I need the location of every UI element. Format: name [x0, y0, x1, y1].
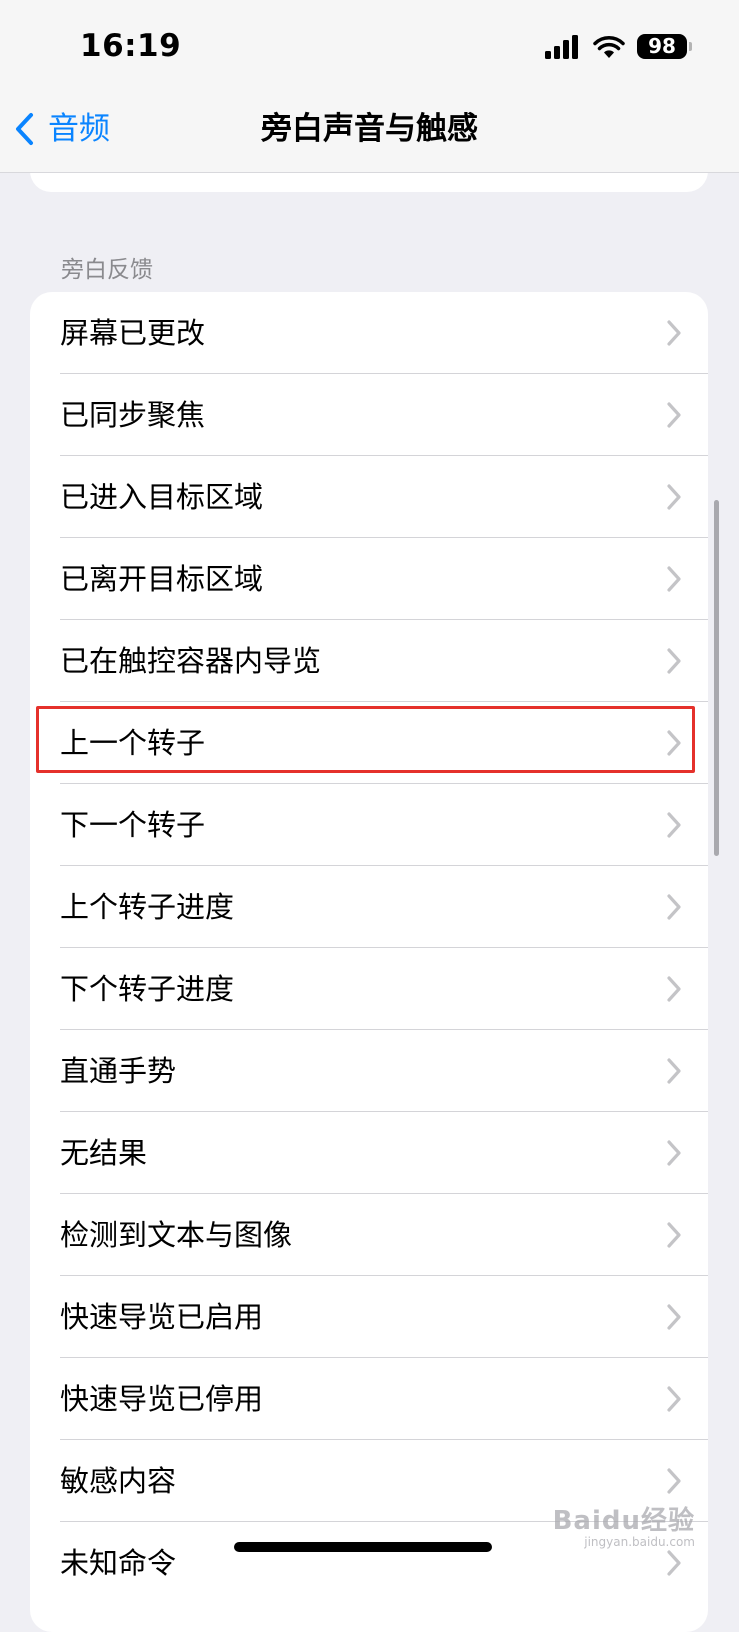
- wifi-icon: [593, 35, 625, 58]
- page-title: 旁白声音与触感: [261, 111, 478, 147]
- list-item-label: 上个转子进度: [60, 890, 235, 924]
- navigation-bar: 16:19 98 音频 旁白声音与触感: [0, 0, 739, 173]
- list-item-label: 快速导览已停用: [60, 1382, 264, 1416]
- list-item[interactable]: 屏幕已更改: [30, 292, 708, 374]
- chevron-right-icon: [667, 320, 681, 346]
- feedback-list: 屏幕已更改 已同步聚焦 已进入目标区域 已离开目标区域 已在触控容器内导览 上一个转子 下一…: [30, 292, 708, 1632]
- chevron-right-icon: [667, 1550, 681, 1576]
- list-item-label: 已同步聚焦: [60, 398, 206, 432]
- chevron-right-icon: [667, 1386, 681, 1412]
- list-item-label: 检测到文本与图像: [60, 1218, 293, 1252]
- list-item-label: 下个转子进度: [60, 972, 235, 1006]
- battery-icon: 98: [637, 34, 692, 59]
- watermark-url: jingyan.baidu.com: [584, 1535, 695, 1549]
- list-item-label: 敏感内容: [60, 1464, 177, 1498]
- list-item-label: 已在触控容器内导览: [60, 644, 322, 678]
- watermark-logo: Baidu经验: [552, 1506, 695, 1536]
- highlight-box: [36, 706, 695, 773]
- chevron-right-icon: [667, 1304, 681, 1330]
- list-item-label: 已离开目标区域: [60, 562, 264, 596]
- list-item[interactable]: 下一个转子: [30, 784, 708, 866]
- list-item[interactable]: 已在触控容器内导览: [30, 620, 708, 702]
- chevron-right-icon: [667, 648, 681, 674]
- list-item-label: 已进入目标区域: [60, 480, 264, 514]
- cellular-signal-icon: [545, 34, 578, 59]
- chevron-right-icon: [667, 812, 681, 838]
- list-item[interactable]: 上个转子进度: [30, 866, 708, 948]
- list-item[interactable]: 已同步聚焦: [30, 374, 708, 456]
- list-item-label: 快速导览已启用: [60, 1300, 264, 1334]
- list-item[interactable]: 快速导览已启用: [30, 1276, 708, 1358]
- chevron-right-icon: [667, 1222, 681, 1248]
- list-item-label: 屏幕已更改: [60, 316, 206, 350]
- list-item[interactable]: 已离开目标区域: [30, 538, 708, 620]
- chevron-right-icon: [667, 484, 681, 510]
- list-item[interactable]: 检测到文本与图像: [30, 1194, 708, 1276]
- chevron-right-icon: [667, 894, 681, 920]
- status-icons: 98: [545, 34, 692, 59]
- list-item-label: 未知命令: [60, 1546, 177, 1580]
- chevron-right-icon: [667, 1058, 681, 1084]
- section-header: 旁白反馈: [61, 257, 153, 283]
- list-item[interactable]: 直通手势: [30, 1030, 708, 1112]
- chevron-right-icon: [667, 1468, 681, 1494]
- chevron-right-icon: [667, 566, 681, 592]
- list-item[interactable]: 无结果: [30, 1112, 708, 1194]
- watermark: Baidu经验 jingyan.baidu.com: [553, 1500, 695, 1549]
- scrollbar[interactable]: [714, 500, 719, 856]
- list-item-label: 无结果: [60, 1136, 148, 1170]
- chevron-right-icon: [667, 976, 681, 1002]
- list-item[interactable]: 下个转子进度: [30, 948, 708, 1030]
- list-item[interactable]: 已进入目标区域: [30, 456, 708, 538]
- list-item-label: 下一个转子: [60, 808, 206, 842]
- status-time: 16:19: [80, 28, 182, 64]
- chevron-right-icon: [667, 402, 681, 428]
- list-item[interactable]: 快速导览已停用: [30, 1358, 708, 1440]
- home-indicator[interactable]: [234, 1542, 492, 1552]
- list-item-label: 直通手势: [60, 1054, 177, 1088]
- chevron-right-icon: [667, 1140, 681, 1166]
